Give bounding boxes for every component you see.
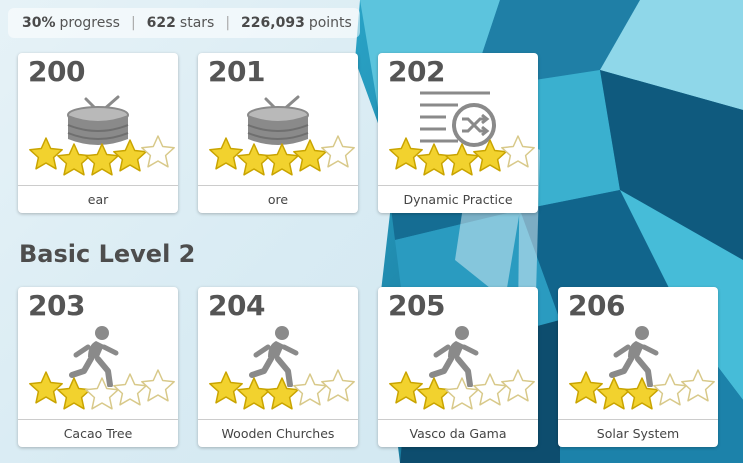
lesson-title: Solar System: [558, 419, 718, 447]
lesson-number: 203: [28, 289, 85, 322]
star-filled-icon: [265, 377, 299, 410]
star-filled-icon: [237, 377, 271, 410]
lesson-card-206[interactable]: 206 Solar System: [558, 287, 718, 447]
star-filled-icon: [445, 143, 479, 176]
lesson-title: Cacao Tree: [18, 419, 178, 447]
stars-value: 622: [146, 15, 176, 31]
star-empty-icon: [113, 373, 147, 406]
star-empty-icon: [501, 135, 535, 168]
star-filled-icon: [209, 137, 243, 170]
star-empty-icon: [501, 369, 535, 402]
lesson-number: 205: [388, 289, 445, 322]
lesson-number: 204: [208, 289, 265, 322]
star-filled-icon: [473, 139, 507, 172]
section-title-basic-level-2: Basic Level 2: [19, 240, 196, 268]
star-rating: [209, 135, 355, 176]
divider: |: [130, 15, 136, 31]
star-rating: [389, 135, 535, 176]
lesson-number: 206: [568, 289, 625, 322]
lesson-title: Dynamic Practice: [378, 185, 538, 213]
star-rating: [29, 369, 175, 410]
lesson-number: 200: [28, 55, 85, 88]
star-rating: [209, 369, 355, 410]
stars-label: stars: [179, 15, 215, 31]
lesson-title: Vasco da Gama: [378, 419, 538, 447]
star-filled-icon: [57, 377, 91, 410]
star-filled-icon: [265, 143, 299, 176]
star-empty-icon: [321, 369, 355, 402]
progress-value: 30%: [22, 15, 56, 31]
star-filled-icon: [389, 137, 423, 170]
star-empty-icon: [653, 373, 687, 406]
divider: |: [225, 15, 231, 31]
lesson-card-204[interactable]: 204 Wooden Churches: [198, 287, 358, 447]
star-rating: [569, 369, 715, 410]
points-value: 226,093: [241, 15, 305, 31]
star-empty-icon: [681, 369, 715, 402]
star-empty-icon: [141, 369, 175, 402]
star-filled-icon: [625, 377, 659, 410]
star-filled-icon: [389, 371, 423, 404]
star-filled-icon: [29, 371, 63, 404]
star-filled-icon: [237, 143, 271, 176]
star-filled-icon: [597, 377, 631, 410]
lesson-number: 201: [208, 55, 265, 88]
star-filled-icon: [113, 139, 147, 172]
star-filled-icon: [85, 143, 119, 176]
star-empty-icon: [293, 373, 327, 406]
lesson-number: 202: [388, 55, 445, 88]
star-filled-icon: [293, 139, 327, 172]
lesson-card-202[interactable]: 202 Dynamic Practice: [378, 53, 538, 213]
star-filled-icon: [29, 137, 63, 170]
star-empty-icon: [85, 377, 119, 410]
lesson-card-200[interactable]: 200 ear: [18, 53, 178, 213]
star-filled-icon: [417, 377, 451, 410]
lesson-title: Wooden Churches: [198, 419, 358, 447]
star-rating: [389, 369, 535, 410]
points-label: points: [308, 15, 352, 31]
star-empty-icon: [321, 135, 355, 168]
star-filled-icon: [57, 143, 91, 176]
star-filled-icon: [417, 143, 451, 176]
star-filled-icon: [209, 371, 243, 404]
progress-summary-bar: 30% progress | 622 stars | 226,093 point…: [8, 8, 360, 38]
star-empty-icon: [445, 377, 479, 410]
progress-label: progress: [59, 15, 120, 31]
star-empty-icon: [141, 135, 175, 168]
star-rating: [29, 135, 175, 176]
lesson-card-203[interactable]: 203 Cacao Tree: [18, 287, 178, 447]
lesson-title: ore: [198, 185, 358, 213]
lesson-title: ear: [18, 185, 178, 213]
star-filled-icon: [569, 371, 603, 404]
star-empty-icon: [473, 373, 507, 406]
lesson-card-205[interactable]: 205 Vasco da Gama: [378, 287, 538, 447]
lesson-card-201[interactable]: 201 ore: [198, 53, 358, 213]
